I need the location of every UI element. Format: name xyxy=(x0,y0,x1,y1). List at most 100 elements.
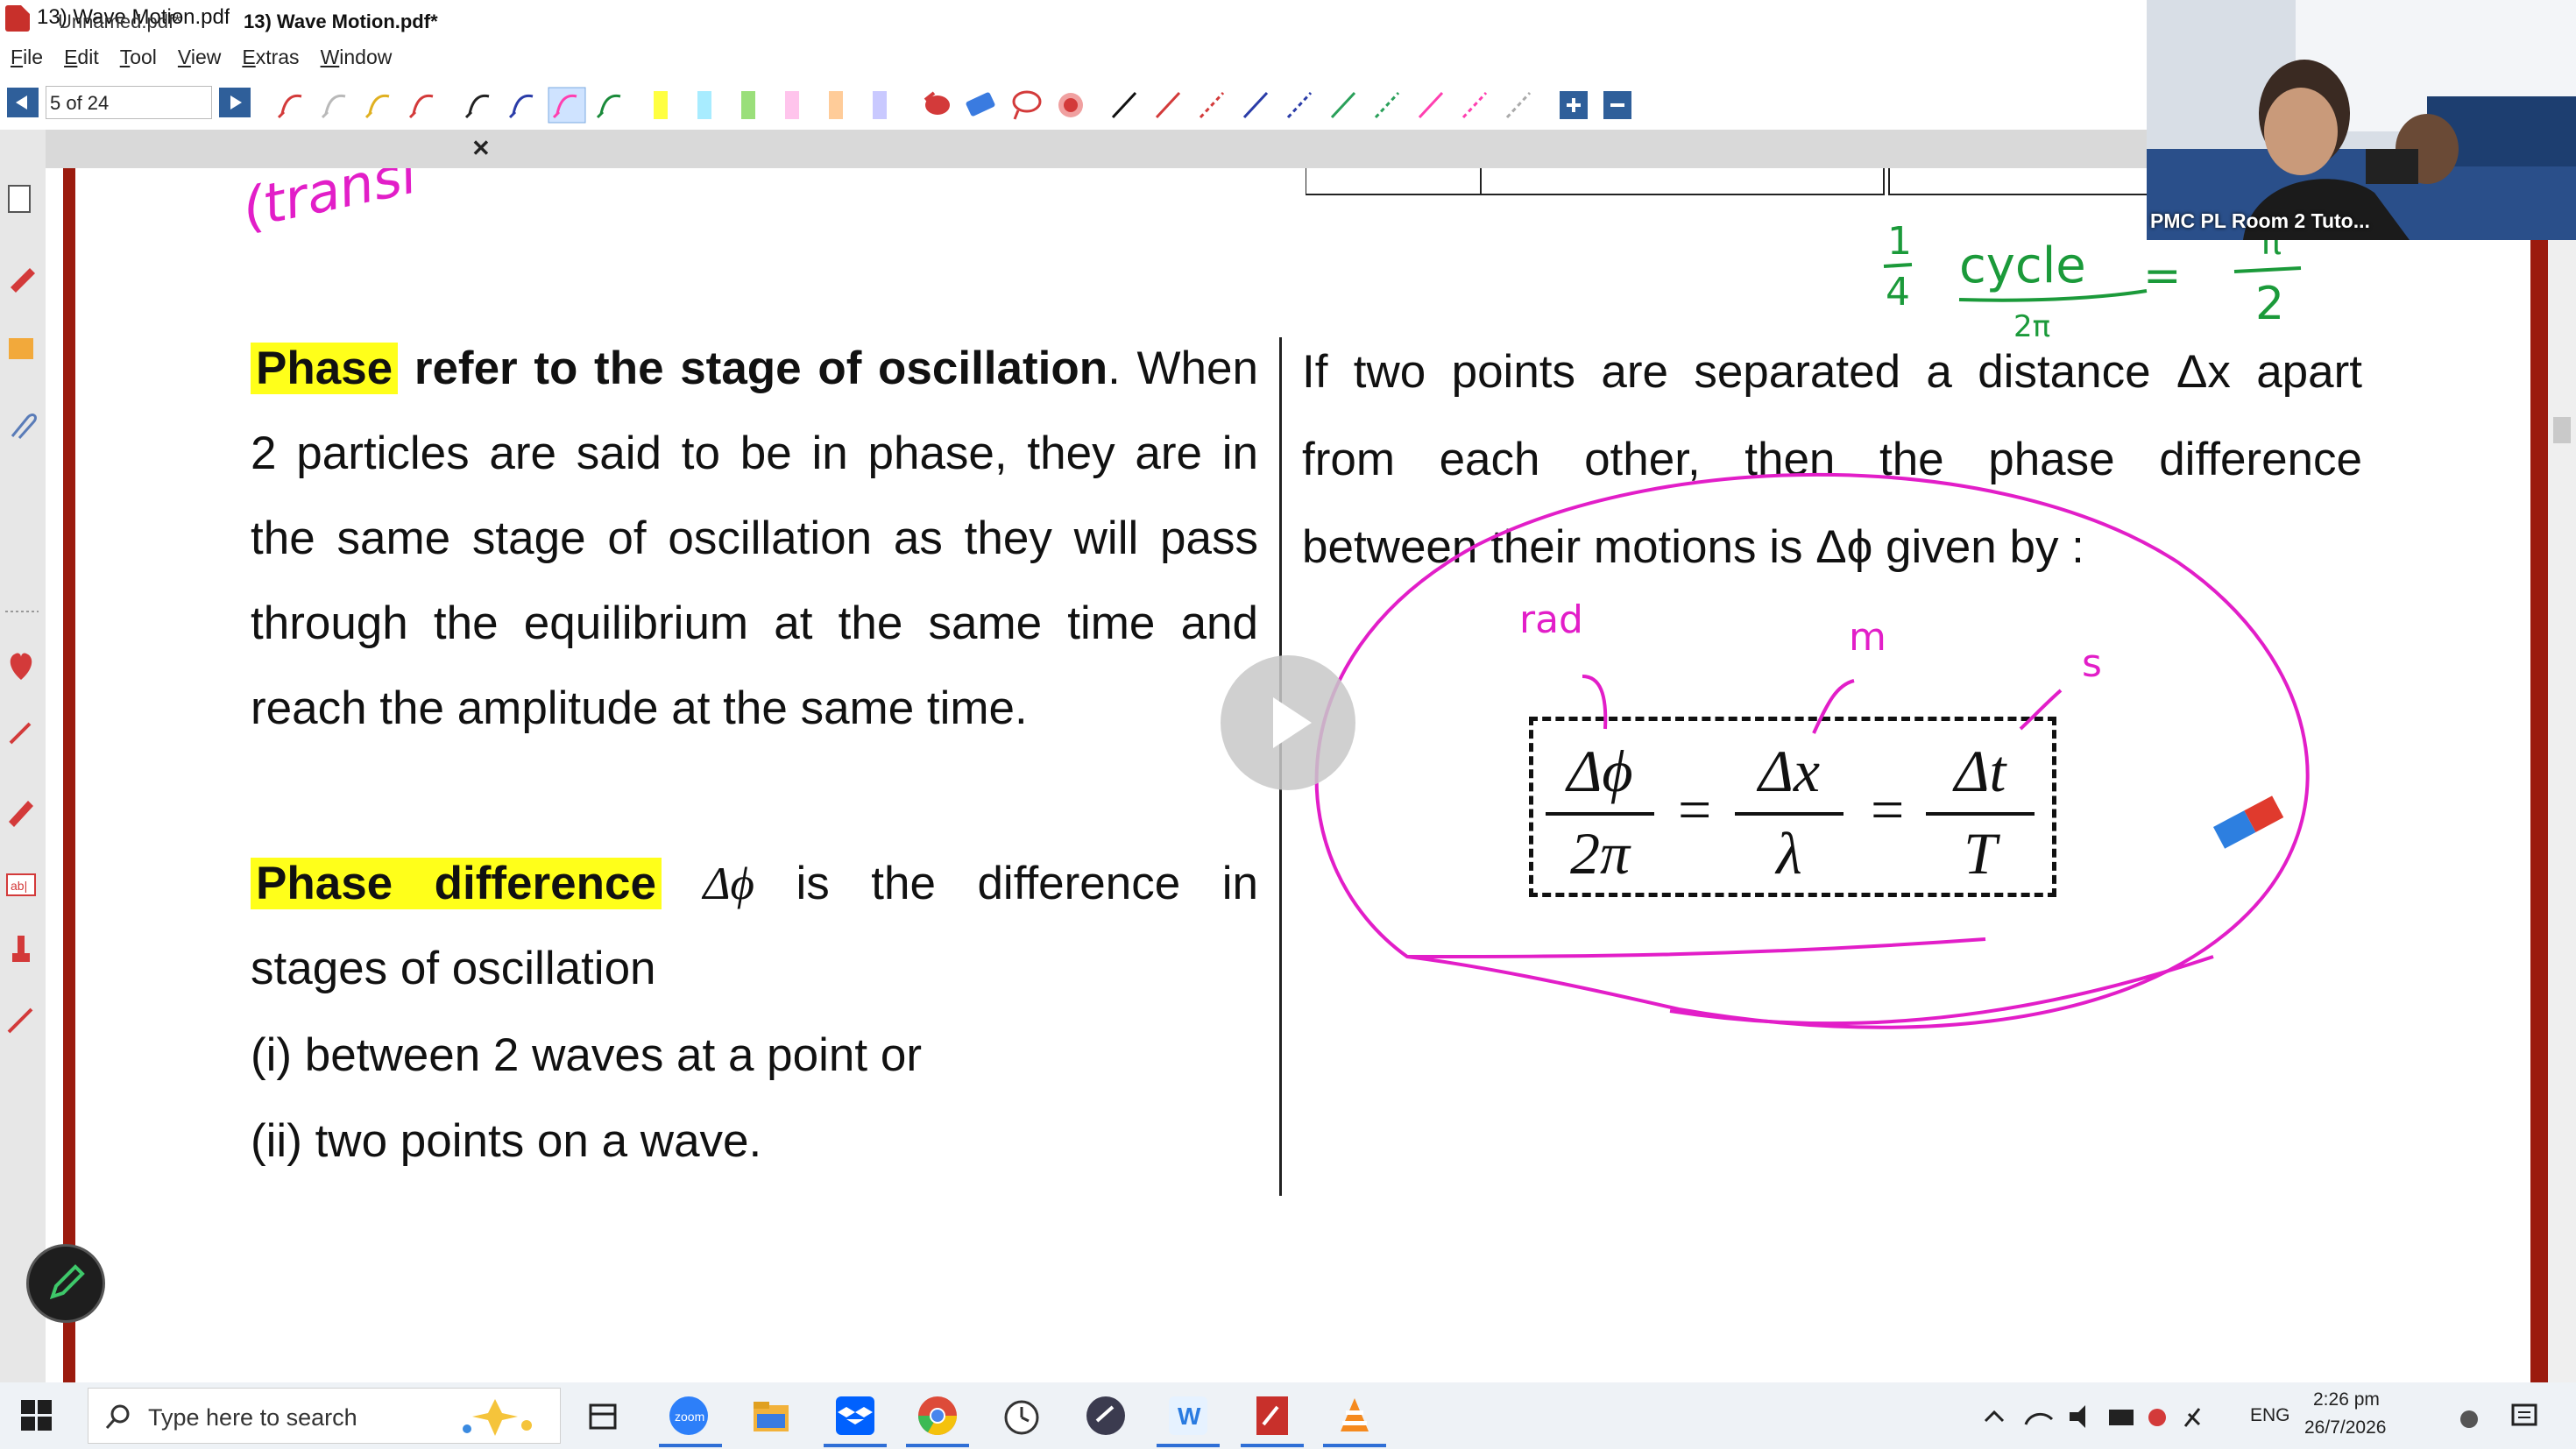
desktop-peek-icon[interactable] xyxy=(2445,1402,2480,1431)
search-placeholder: Type here to search xyxy=(148,1404,357,1431)
search-icon xyxy=(105,1404,130,1429)
pdf-annotator-taskbar-icon[interactable] xyxy=(1251,1395,1293,1437)
close-tab-icon[interactable]: ✕ xyxy=(471,135,491,162)
show-hidden-icons-chevron xyxy=(1984,1410,2005,1423)
line-red-dashed-icon[interactable] xyxy=(1199,91,1225,119)
pdf-annotator-app-icon xyxy=(5,5,30,32)
pen-sidebar-icon[interactable] xyxy=(11,268,35,293)
pen-tool-yellow-icon[interactable] xyxy=(364,94,390,119)
favorites-heart-icon[interactable] xyxy=(10,653,32,680)
taskbar-search-box[interactable]: Type here to search xyxy=(88,1388,561,1444)
language-indicator[interactable]: ENG xyxy=(2250,1405,2290,1426)
line-magenta-icon[interactable] xyxy=(1418,91,1444,119)
ink-ellipse xyxy=(1314,472,2310,1029)
webcam-participant-label: PMC PL Room 2 Tuto... xyxy=(2150,209,2370,232)
tab-unnamed[interactable]: Unnamed.pdf* xyxy=(44,2,195,39)
clock-date[interactable]: 26/7/2026 xyxy=(2304,1417,2386,1438)
firefox-icon[interactable] xyxy=(1085,1395,1127,1437)
ink-m: m xyxy=(1849,615,1886,660)
highlighter-yellow-icon[interactable] xyxy=(654,91,668,119)
highlighter-sidebar-icon[interactable] xyxy=(9,801,33,827)
stamp-icon[interactable] xyxy=(12,936,30,962)
zoom-app-icon[interactable]: zoom xyxy=(668,1395,710,1437)
search-highlights-icon xyxy=(463,1399,532,1436)
play-button[interactable] xyxy=(1221,655,1355,790)
tab-wave-motion[interactable]: 13) Wave Motion.pdf* xyxy=(230,2,492,39)
attachment-icon[interactable] xyxy=(11,413,37,439)
ink-quarter-den: 4 xyxy=(1886,270,1910,315)
eraser-icon[interactable] xyxy=(966,92,996,117)
line-black-icon[interactable] xyxy=(1111,91,1137,119)
next-page-button[interactable] xyxy=(219,88,251,117)
svg-text:ab|: ab| xyxy=(11,879,27,893)
line-magenta-dashed-icon[interactable] xyxy=(1461,91,1488,119)
ink-underline xyxy=(1669,955,2214,1026)
clock-time[interactable]: 2:26 pm xyxy=(2313,1389,2380,1410)
ink-two-pi: 2π xyxy=(2013,309,2050,344)
ink-equals: = xyxy=(2143,250,2182,302)
notification-tray-icon xyxy=(2148,1409,2166,1426)
task-view-icon[interactable] xyxy=(582,1395,624,1437)
line-blue-dashed-icon[interactable] xyxy=(1286,91,1313,119)
menu-tool[interactable]: Tool xyxy=(110,40,167,75)
line-green-icon[interactable] xyxy=(1330,91,1356,119)
file-explorer-icon[interactable] xyxy=(750,1395,792,1437)
menu-bar: File Edit Tool View Extras Window xyxy=(0,40,402,75)
page-thumbnail-icon[interactable] xyxy=(8,185,31,213)
pen-tool-red-icon[interactable] xyxy=(277,94,302,119)
page-number-field[interactable]: 5 of 24 xyxy=(46,86,212,119)
hand-tool-icon[interactable] xyxy=(924,91,950,115)
pen-tool-green-icon[interactable] xyxy=(596,94,621,119)
pen-tool-blue-icon[interactable] xyxy=(508,94,534,119)
ink-s: s xyxy=(2082,641,2102,686)
line-red-icon[interactable] xyxy=(1155,91,1181,119)
eraser-cursor-icon xyxy=(2213,795,2284,849)
pencil-icon xyxy=(49,1264,85,1300)
menu-extras[interactable]: Extras xyxy=(231,40,309,75)
vertical-scrollbar[interactable] xyxy=(2548,130,2576,1382)
highlighter-pink-icon[interactable] xyxy=(785,91,799,119)
line-green-dashed-icon[interactable] xyxy=(1374,91,1400,119)
notification-center-icon[interactable] xyxy=(2508,1400,2543,1431)
page-border-left xyxy=(63,168,75,1382)
vlc-icon[interactable] xyxy=(1334,1395,1376,1437)
chrome-icon[interactable] xyxy=(916,1395,959,1437)
folder-sidebar-icon[interactable] xyxy=(9,338,33,359)
menu-window[interactable]: Window xyxy=(310,40,403,75)
system-tray-icons[interactable] xyxy=(1982,1402,2210,1431)
pen-tray-icon xyxy=(2183,1408,2201,1427)
highlighter-cyan-icon[interactable] xyxy=(697,91,711,119)
windows-taskbar: Type here to search zoom W ENG 2:26 pm 2… xyxy=(0,1382,2576,1449)
highlighter-orange-icon[interactable] xyxy=(829,91,843,119)
ink-transl-partial: (transl xyxy=(237,168,422,241)
line-blue-icon[interactable] xyxy=(1242,91,1269,119)
dropbox-icon[interactable] xyxy=(834,1395,876,1437)
lasso-icon[interactable] xyxy=(1012,90,1042,120)
highlighter-lavender-icon[interactable] xyxy=(873,91,887,119)
ink-quarter-num: 1 xyxy=(1887,219,1912,264)
windows-start-icon[interactable] xyxy=(21,1400,53,1431)
highlighter-green-icon[interactable] xyxy=(741,91,755,119)
ink-cycle: cycle xyxy=(1959,237,2086,294)
zoom-out-icon[interactable] xyxy=(1603,91,1631,119)
scrollbar-thumb[interactable] xyxy=(2553,417,2571,443)
menu-edit[interactable]: Edit xyxy=(53,40,110,75)
prev-page-button[interactable] xyxy=(7,88,39,117)
pen-tool-red2-icon[interactable] xyxy=(408,94,434,119)
left-tool-sidebar: ab| xyxy=(0,130,46,1382)
pen-tool-black-icon[interactable] xyxy=(464,94,490,119)
battery-icon xyxy=(2109,1410,2134,1425)
arrow-sidebar-icon[interactable] xyxy=(7,1007,33,1034)
menu-file[interactable]: File xyxy=(0,40,53,75)
svg-text:zoom: zoom xyxy=(675,1410,704,1424)
floating-pen-button[interactable] xyxy=(26,1244,105,1323)
zoom-in-icon[interactable] xyxy=(1560,91,1588,119)
laser-pointer-icon[interactable] xyxy=(1058,93,1083,117)
pen-red-sidebar-icon[interactable] xyxy=(9,722,32,745)
alarm-clock-icon[interactable] xyxy=(1001,1395,1043,1437)
line-gray-dashed-icon[interactable] xyxy=(1505,91,1532,119)
webcam-video[interactable]: PMC PL Room 2 Tuto... xyxy=(2147,0,2576,240)
menu-view[interactable]: View xyxy=(167,40,231,75)
pen-tool-gray-icon[interactable] xyxy=(321,94,346,119)
writer-icon[interactable]: W xyxy=(1167,1395,1209,1437)
